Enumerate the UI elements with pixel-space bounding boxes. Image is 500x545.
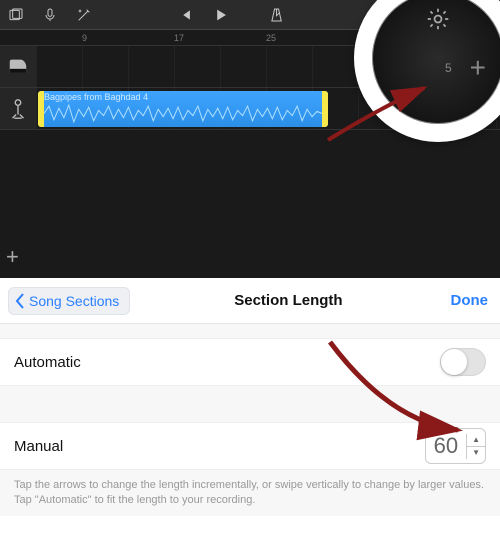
manual-row: Manual 60 ▲ ▼ bbox=[0, 422, 500, 470]
stepper-down-icon[interactable]: ▼ bbox=[467, 447, 485, 459]
ruler-mark: 25 bbox=[266, 33, 312, 43]
ruler-mark-zoom: 5 bbox=[445, 61, 452, 75]
nav-bar: Song Sections Section Length Done bbox=[0, 278, 500, 324]
mic-stand-icon bbox=[7, 98, 29, 120]
back-label: Song Sections bbox=[29, 293, 119, 309]
hint-text: Tap the arrows to change the length incr… bbox=[0, 470, 500, 516]
automatic-row: Automatic bbox=[0, 338, 500, 386]
manual-stepper[interactable]: 60 ▲ ▼ bbox=[425, 428, 486, 464]
chevron-left-icon bbox=[13, 292, 27, 310]
mic-icon[interactable] bbox=[42, 7, 58, 23]
add-track-button[interactable]: + bbox=[6, 244, 19, 270]
manual-label: Manual bbox=[14, 438, 63, 455]
ruler-mark: 9 bbox=[82, 33, 128, 43]
page-title: Section Length bbox=[130, 292, 446, 309]
track-header-piano[interactable] bbox=[0, 46, 36, 87]
play-icon[interactable] bbox=[213, 7, 229, 23]
clip-title: Bagpipes from Baghdad 4 bbox=[44, 92, 148, 102]
wand-icon[interactable] bbox=[76, 7, 92, 23]
add-section-button[interactable]: + bbox=[470, 52, 486, 84]
stepper-up-icon[interactable]: ▲ bbox=[467, 434, 485, 447]
automatic-toggle[interactable] bbox=[440, 348, 486, 376]
manual-value[interactable]: 60 bbox=[426, 433, 466, 459]
clip-right-handle[interactable] bbox=[322, 91, 328, 127]
rewind-icon[interactable] bbox=[177, 7, 193, 23]
audio-clip[interactable]: Bagpipes from Baghdad 4 bbox=[38, 91, 328, 127]
metronome-icon[interactable] bbox=[269, 7, 285, 23]
automatic-label: Automatic bbox=[14, 354, 81, 371]
back-button[interactable]: Song Sections bbox=[8, 287, 130, 315]
gear-icon[interactable] bbox=[425, 6, 451, 32]
waveform bbox=[44, 103, 322, 124]
done-button[interactable]: Done bbox=[447, 292, 493, 309]
my-songs-icon[interactable] bbox=[8, 7, 24, 23]
piano-icon bbox=[7, 56, 29, 78]
track-header-audio[interactable] bbox=[0, 88, 36, 129]
ruler-mark: 17 bbox=[174, 33, 220, 43]
